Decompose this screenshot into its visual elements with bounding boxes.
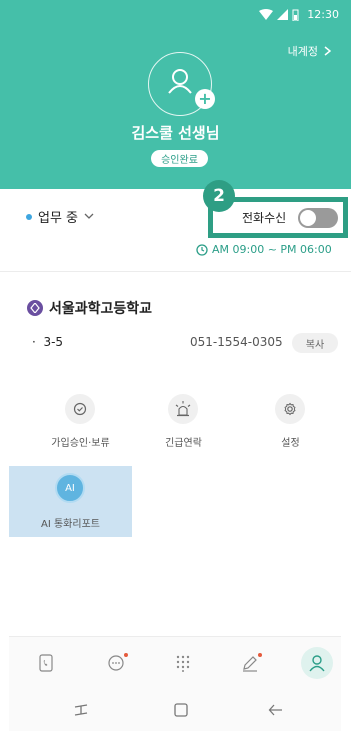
phone-book-icon[interactable] (30, 647, 62, 679)
recent-apps-icon[interactable] (69, 698, 93, 722)
keypad-icon[interactable] (167, 647, 199, 679)
chat-bubble-icon[interactable] (100, 647, 132, 679)
system-nav-bar (9, 686, 341, 731)
chevron-right-icon (324, 46, 331, 56)
profile-tab-icon[interactable] (301, 647, 333, 679)
my-account-label: 내계정 (287, 45, 318, 58)
home-icon[interactable] (169, 698, 193, 722)
working-hours-text: AM 09:00 ~ PM 06:00 (212, 243, 332, 256)
class-row: · 3-5 051-1554-0305 복사 (32, 333, 338, 353)
status-bar: 12:30 (0, 0, 351, 30)
class-bullet: · (32, 335, 36, 349)
pencil-icon[interactable] (234, 647, 266, 679)
class-phone: 051-1554-0305 (190, 335, 283, 349)
status-dot (26, 213, 32, 220)
add-photo-button[interactable]: + (195, 89, 215, 109)
toggle-knob (300, 210, 316, 226)
chevron-down-icon (84, 213, 94, 219)
class-name: 3-5 (43, 335, 64, 349)
notification-dot (124, 653, 128, 657)
status-time: 12:30 (307, 8, 339, 21)
back-arrow-icon[interactable] (264, 698, 288, 722)
menu-join-approval[interactable]: 가입승인·보류 (33, 394, 128, 460)
call-receive-label: 전화수신 (242, 211, 287, 225)
notification-dot (258, 653, 262, 657)
profile-header: 12:30 내계정 + 김스쿨 선생님 승인완료 (0, 0, 351, 189)
check-circle-icon (65, 394, 95, 424)
ai-report-label: AI 통화리포트 (41, 519, 100, 530)
menu-label: 긴급연락 (165, 438, 202, 449)
call-receive-toggle[interactable] (298, 208, 338, 228)
ai-call-report-button[interactable]: AI AI 통화리포트 (9, 466, 132, 537)
approval-badge: 승인완료 (151, 150, 208, 167)
bottom-nav (9, 636, 341, 686)
school-logo-icon (27, 300, 43, 316)
plus-icon: + (198, 89, 212, 108)
work-status-dropdown[interactable]: 업무 중 (26, 207, 94, 226)
work-status-label: 업무 중 (38, 211, 79, 226)
menu-label: 설정 (281, 438, 300, 449)
menu-emergency[interactable]: 긴급연락 (136, 394, 231, 460)
wifi-icon (259, 9, 274, 20)
school-name-text: 서울과학고등학교 (49, 301, 153, 317)
gear-icon (275, 394, 305, 424)
battery-icon (292, 9, 299, 21)
ai-icon: AI (55, 473, 85, 503)
copy-button[interactable]: 복사 (292, 333, 338, 353)
siren-icon (168, 394, 198, 424)
menu-label: 가입승인·보류 (51, 438, 110, 449)
clock-icon (196, 243, 208, 256)
school-name: 서울과학고등학교 (27, 298, 152, 318)
menu-settings[interactable]: 설정 (243, 394, 338, 460)
divider (0, 271, 351, 272)
teacher-name: 김스쿨 선생님 (131, 124, 220, 142)
signal-icon (277, 9, 289, 20)
working-hours: AM 09:00 ~ PM 06:00 (196, 243, 332, 256)
my-account-link[interactable]: 내계정 (288, 43, 331, 59)
callout-number-badge: 2 (203, 180, 235, 212)
